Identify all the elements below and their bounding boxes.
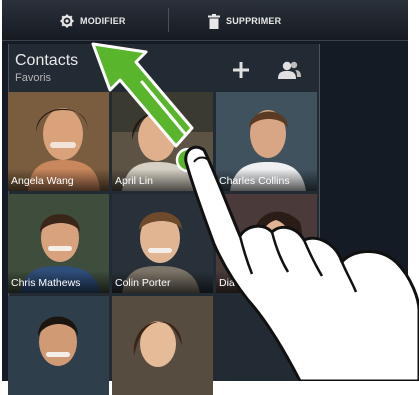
toolbar-divider <box>168 8 169 32</box>
contact-tile[interactable]: Chris Mathews <box>8 194 109 293</box>
contact-tile[interactable]: Colin Porter <box>112 194 213 293</box>
contact-tile[interactable] <box>112 296 213 395</box>
page-subtitle: Favoris <box>15 72 52 84</box>
contact-photo <box>112 296 213 395</box>
add-group-button[interactable] <box>276 60 302 80</box>
delete-label: SUPPRIMER <box>226 16 282 26</box>
contact-name: Chris Mathews <box>8 271 109 293</box>
contact-tile[interactable] <box>8 296 109 395</box>
contact-name: April Lin <box>112 169 213 191</box>
contact-name: Angela Wang <box>8 169 109 191</box>
trash-icon <box>208 13 220 29</box>
contact-tile[interactable]: Angela Wang <box>8 92 109 191</box>
contact-tile[interactable]: Charles Collins <box>216 92 317 191</box>
edit-button[interactable]: MODIFIER <box>60 12 126 30</box>
add-contact-button[interactable] <box>231 60 251 80</box>
page-title: Contacts <box>15 52 79 69</box>
contact-name: Charles Collins <box>216 169 317 191</box>
gear-icon <box>60 14 74 28</box>
delete-button[interactable]: SUPPRIMER <box>208 12 281 30</box>
contact-photo <box>8 296 109 395</box>
contact-name: Dia <box>216 271 317 293</box>
contact-tile[interactable]: Dia <box>216 194 317 293</box>
contact-tile[interactable]: April Lin <box>112 92 213 191</box>
add-group-icon <box>278 61 301 79</box>
contact-name: Colin Porter <box>112 271 213 293</box>
contacts-grid: Angela Wang April Lin Charles Collins Ch… <box>8 92 318 395</box>
action-bar: MODIFIER SUPPRIMER <box>2 0 408 41</box>
plus-icon <box>233 62 249 78</box>
edit-label: MODIFIER <box>80 16 126 26</box>
